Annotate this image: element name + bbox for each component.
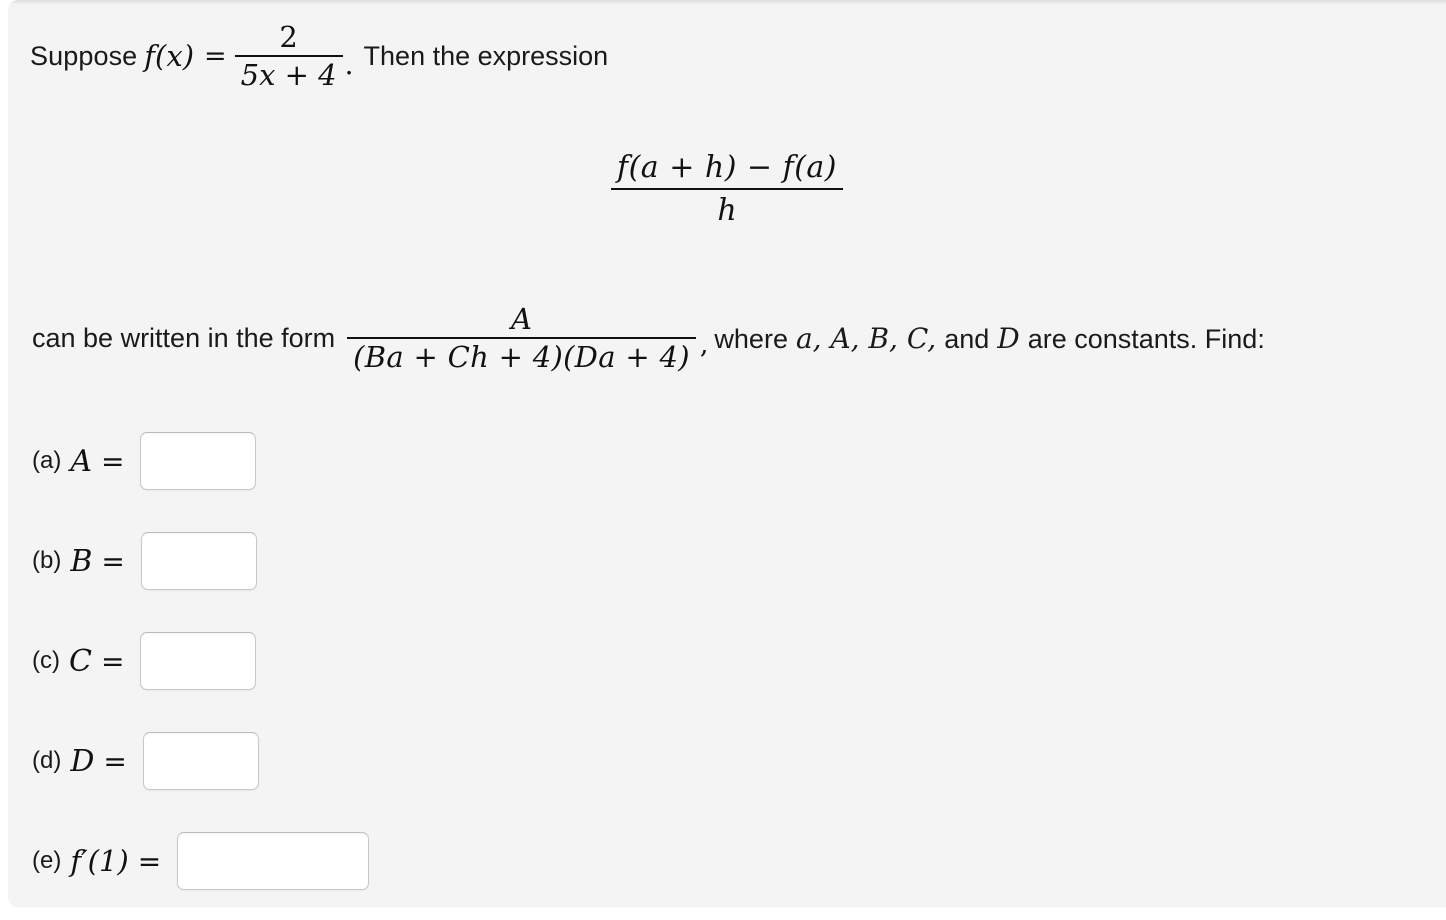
and-label: and bbox=[944, 323, 990, 354]
answer-symbol-c: C bbox=[68, 643, 92, 679]
problem-statement-line-3: can be written in the form A (Ba + Ch + … bbox=[32, 304, 1265, 372]
problem-panel: Suppose f(x) = 2 5x + 4 . Then the expre… bbox=[8, 0, 1446, 907]
answer-label-b: (b) bbox=[32, 547, 62, 574]
then-the-expression-label: Then the expression bbox=[363, 40, 609, 71]
equals-sign-d: = bbox=[103, 744, 127, 778]
difference-quotient-numerator: f(a + h) − f(a) bbox=[616, 150, 838, 185]
answer-row-d: (d) D = bbox=[32, 732, 259, 790]
problem-statement-line-1: Suppose f(x) = 2 5x + 4 . Then the expre… bbox=[30, 22, 608, 90]
answer-input-a[interactable] bbox=[140, 432, 257, 490]
answer-input-b[interactable] bbox=[140, 532, 257, 590]
answer-symbol-b: B bbox=[70, 543, 93, 579]
function-definition-fraction: 2 5x + 4 bbox=[234, 20, 343, 93]
answer-row-b: (b) B = bbox=[32, 532, 257, 590]
answer-symbol-a: A bbox=[70, 443, 93, 479]
fraction-numerator: 2 bbox=[279, 20, 298, 54]
answer-input-e[interactable] bbox=[177, 832, 370, 890]
equals-sign-b: = bbox=[101, 544, 125, 578]
answer-row-e: (e) f′(1) = bbox=[32, 832, 370, 890]
answer-row-a: (a) A = bbox=[32, 432, 257, 490]
suppose-label: Suppose bbox=[30, 40, 138, 71]
constants-description: where a, A, B, C, and D are constants. F… bbox=[714, 322, 1264, 355]
fraction-denominator: 5x + 4 bbox=[240, 58, 337, 93]
answer-symbol-e: f′(1) bbox=[70, 844, 129, 878]
fraction-bar bbox=[234, 55, 343, 58]
difference-quotient-denominator: h bbox=[717, 193, 737, 229]
are-constants-find-label: are constants. Find: bbox=[1027, 323, 1265, 354]
fraction-bar bbox=[347, 337, 696, 340]
equals-sign-a: = bbox=[101, 444, 125, 478]
equals-sign-line-1: = bbox=[204, 40, 227, 72]
can-be-written-label: can be written in the form bbox=[32, 322, 336, 353]
answer-label-e: (e) bbox=[32, 847, 62, 874]
equals-sign-e: = bbox=[137, 844, 162, 878]
comma-punctuation: , bbox=[699, 329, 709, 361]
constant-d-symbol: D bbox=[997, 321, 1020, 355]
equals-sign-c: = bbox=[100, 644, 125, 678]
difference-quotient-fraction: f(a + h) − f(a) h bbox=[610, 150, 844, 229]
problem-statement-line-2: f(a + h) − f(a) h bbox=[8, 152, 1446, 226]
function-notation: f(x) bbox=[144, 39, 195, 74]
target-form-numerator: A bbox=[511, 302, 532, 336]
target-form-denominator: (Ba + Ch + 4)(Da + 4) bbox=[353, 340, 690, 375]
where-label: where bbox=[714, 323, 788, 354]
answer-input-c[interactable] bbox=[140, 632, 257, 690]
answer-label-a: (a) bbox=[32, 447, 62, 474]
answer-row-c: (c) C = bbox=[32, 632, 257, 690]
target-form-fraction: A (Ba + Ch + 4)(Da + 4) bbox=[347, 304, 696, 372]
panel-top-shadow bbox=[8, 0, 1446, 5]
answer-input-d[interactable] bbox=[142, 732, 259, 790]
constants-symbol-list: a, A, B, C, bbox=[795, 321, 937, 355]
answer-label-d: (d) bbox=[32, 747, 62, 774]
period-punctuation: . bbox=[344, 48, 354, 82]
fraction-bar bbox=[610, 188, 844, 191]
answer-symbol-d: D bbox=[70, 743, 95, 779]
answer-label-c: (c) bbox=[32, 647, 60, 674]
